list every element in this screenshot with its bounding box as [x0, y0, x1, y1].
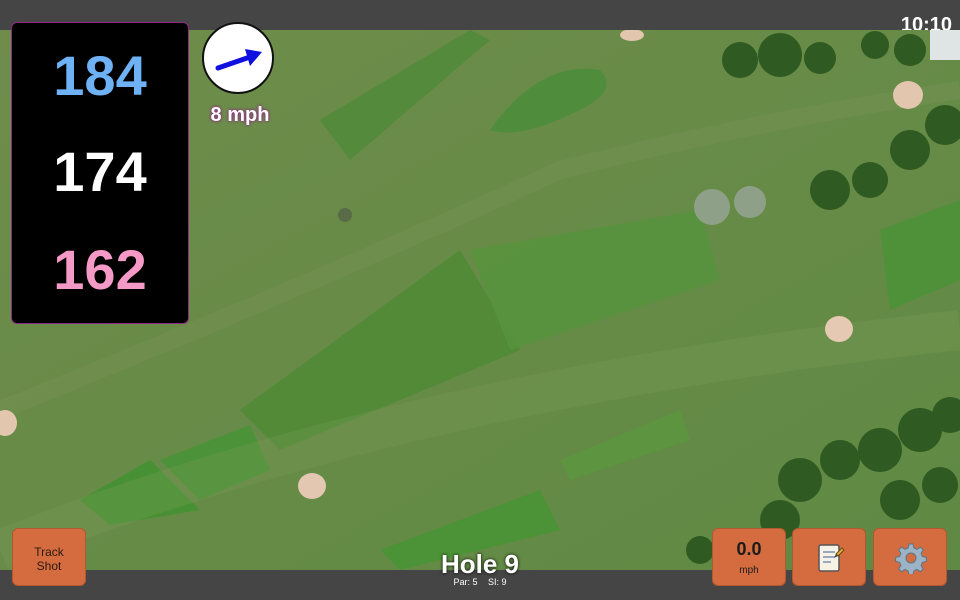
hole-stroke-index: SI: 9	[488, 577, 507, 587]
track-shot-button[interactable]: Track Shot	[12, 528, 86, 586]
settings-button[interactable]	[873, 528, 947, 586]
speed-value: 0.0	[736, 539, 762, 559]
wind-indicator	[202, 22, 274, 94]
hole-par: Par: 5	[453, 577, 478, 587]
wind-speed: 8 mph	[210, 104, 270, 126]
speed-button[interactable]: 0.0 mph	[712, 528, 786, 586]
middle-distance: 174	[53, 140, 147, 203]
hole-title: Hole 9	[440, 549, 520, 579]
front-distance: 162	[53, 238, 147, 301]
track-shot-label: Track Shot	[34, 545, 64, 573]
notepad-icon	[818, 544, 845, 572]
back-distance: 184	[53, 44, 147, 107]
notes-button[interactable]	[792, 528, 866, 586]
gear-icon	[895, 543, 927, 574]
wind-arrow-icon	[215, 49, 262, 71]
speed-unit: mph	[739, 565, 759, 576]
hole-info: Par: 5 SI: 9	[380, 577, 580, 587]
distance-panel: 184 174 162	[11, 22, 189, 324]
